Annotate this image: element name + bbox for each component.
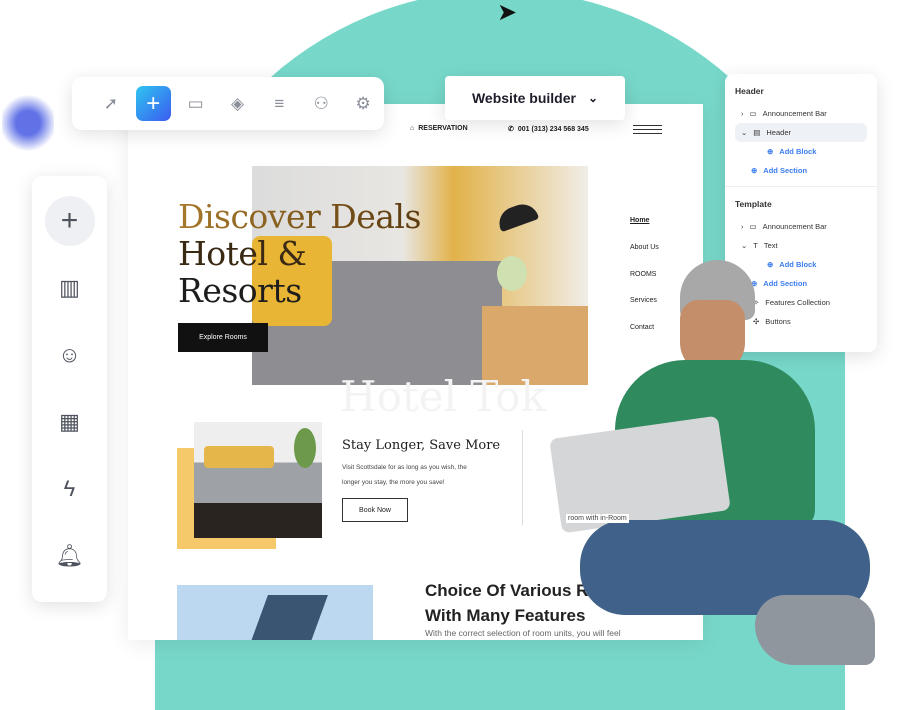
nav-about[interactable]: About Us [630, 244, 659, 251]
header-icon: ▤ [753, 128, 761, 137]
cursor-icon[interactable]: ➚ [90, 87, 132, 121]
phone-icon: ✆ [508, 126, 514, 133]
section2b-text: room with in-Room [566, 514, 629, 523]
plus-circle-icon: ⊕ [767, 147, 774, 156]
tree-item-label: Text [763, 241, 778, 250]
chart-icon[interactable]: ▥ [45, 263, 95, 313]
book-now-button[interactable]: Book Now [342, 498, 408, 522]
panel-section-title: Header [735, 86, 764, 96]
hamburger-menu-icon[interactable] [633, 125, 662, 134]
tree-item[interactable]: › ▭ Announcement Bar [725, 217, 877, 236]
plus-icon[interactable]: + [44, 196, 95, 246]
hero-title-line2: Hotel & [178, 234, 307, 273]
mouse-cursor-icon: ➤ [497, 0, 518, 26]
add-section-label: Add Section [763, 166, 808, 175]
chevron-right-icon: › [741, 222, 744, 231]
living-room-image [194, 422, 322, 538]
chevron-down-icon: ⌄ [741, 128, 748, 137]
section2-title: Stay Longer, Save More [342, 438, 501, 453]
watermark-text: Hotel Tok [340, 372, 546, 421]
calendar-icon[interactable]: ▦ [45, 397, 95, 447]
explore-rooms-button[interactable]: Explore Rooms [178, 323, 268, 352]
tree-item-selected[interactable]: ⌄ ▤ Header [735, 123, 867, 142]
tree-item-label: Announcement Bar [762, 222, 827, 231]
tree-item[interactable]: › ▭ Announcement Bar [725, 104, 877, 123]
divider [522, 430, 523, 525]
reservation-link[interactable]: ⌂ RESERVATION [410, 125, 468, 132]
plus-circle-icon: ⊕ [751, 166, 758, 175]
chevron-right-icon: › [741, 109, 744, 118]
hero-title-line3: Resorts [178, 271, 302, 310]
nav-home[interactable]: Home [630, 217, 649, 224]
announcement-icon: ▭ [749, 222, 757, 231]
chevron-down-icon: ⌄ [741, 241, 748, 250]
announcement-icon: ▭ [749, 109, 757, 118]
website-builder-dropdown[interactable]: Website builder ⌄ [445, 76, 625, 120]
add-section-button[interactable]: ⊕ Add Section [725, 161, 877, 180]
decorative-pixel-icon [2, 92, 54, 154]
lightning-icon[interactable]: ϟ [45, 464, 95, 514]
panel-section-title: Template [735, 199, 772, 209]
home-icon: ⌂ [410, 125, 415, 132]
plus-icon[interactable]: + [135, 86, 171, 121]
add-block-button[interactable]: ⊕ Add Block [725, 142, 877, 161]
database-icon[interactable]: ≡ [258, 87, 300, 121]
component-icon[interactable]: ◈ [217, 87, 259, 121]
add-block-label: Add Block [779, 147, 817, 156]
building-image [177, 585, 373, 640]
tree-item[interactable]: ⌄ T Text [725, 236, 877, 255]
dropdown-label: Website builder [471, 90, 576, 106]
chevron-down-icon: ⌄ [587, 91, 599, 105]
user-icon[interactable]: ☺ [45, 330, 95, 380]
section2-text: longer you stay, the more you save! [342, 479, 445, 486]
text-icon: T [753, 241, 758, 250]
users-icon[interactable]: ⚇ [300, 87, 342, 121]
section2-text: Visit Scottsdale for as long as you wish… [342, 464, 467, 471]
tree-item-label: Header [766, 128, 791, 137]
gear-icon[interactable]: ⚙ [342, 87, 384, 121]
tree-item-label: Announcement Bar [762, 109, 827, 118]
left-sidebar: + ▥ ☺ ▦ ϟ 🔔︎ [32, 176, 107, 602]
phone-number[interactable]: ✆ 001 (313) 234 568 345 [508, 125, 589, 134]
folder-icon[interactable]: ▭ [175, 87, 217, 121]
toolbar: ➚ + ▭ ◈ ≡ ⚇ ⚙ [72, 77, 384, 130]
person-with-laptop-illustration [549, 255, 890, 685]
bell-icon[interactable]: 🔔︎ [45, 531, 95, 581]
hero-title-line1: Discover Deals [178, 197, 421, 236]
